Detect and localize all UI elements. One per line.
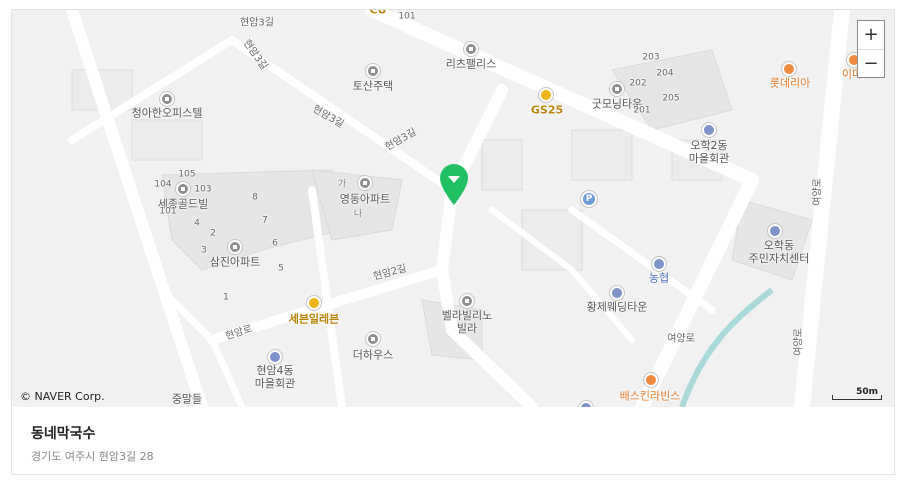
poi-label-thehouse[interactable]: 더하우스 (353, 349, 393, 362)
scale-bar (832, 395, 882, 400)
zoom-out-button[interactable]: − (858, 49, 884, 78)
poi-label-seven[interactable]: 세븐일레븐 (289, 313, 340, 326)
building-icon[interactable] (460, 294, 474, 308)
poi-label-lotteria[interactable]: 롯데리아 (770, 77, 810, 90)
poi-label-gs25[interactable]: GS25 (531, 104, 563, 117)
map-view[interactable]: P 롯데리아 이마 리츠팰리스 토산주택 GS25 굿모닝타운 오학2동 마을회… (12, 10, 894, 407)
poi-label-nonghyup[interactable]: 농협 (649, 272, 669, 285)
building-number: 203 (642, 52, 660, 63)
area-label-jungmal: 중말들 (171, 392, 203, 406)
building-number: 101 (159, 206, 177, 217)
store-label-cut[interactable]: CU (369, 10, 386, 17)
poi-label-ohak2[interactable]: 오학2동 마을회관 (689, 139, 729, 165)
poi-label-tosan[interactable]: 토산주택 (353, 80, 393, 93)
building-number: 204 (656, 68, 674, 79)
building-number: 2 (210, 228, 216, 239)
road-label: 현암3길 (240, 17, 274, 29)
building-number: 101 (398, 11, 416, 22)
building-icon[interactable] (160, 92, 174, 106)
building-icon[interactable] (366, 64, 380, 78)
place-info: 동네막국수 경기도 여주시 현암3길 28 (12, 407, 894, 474)
building-number: 105 (178, 169, 196, 180)
poi-label-ritz[interactable]: 리츠팰리스 (446, 58, 497, 71)
building-number: 5 (278, 263, 284, 274)
building-icon[interactable] (176, 182, 190, 196)
convenience-store-icon[interactable] (539, 88, 553, 102)
building-letter-na: 나 (353, 209, 363, 220)
poi-label-bella[interactable]: 벨라빌리노 빌라 (442, 309, 493, 335)
building-number: 202 (629, 78, 647, 89)
convenience-store-icon[interactable] (307, 296, 321, 310)
public-office-icon[interactable] (268, 350, 282, 364)
bank-icon[interactable] (652, 257, 666, 271)
place-address: 경기도 여주시 현암3길 28 (31, 450, 154, 463)
building-letter-ga: 가 (337, 179, 347, 190)
building-number: 4 (194, 218, 200, 229)
public-office-icon[interactable] (768, 224, 782, 238)
building-number: 103 (194, 184, 212, 195)
map-card: P 롯데리아 이마 리츠팰리스 토산주택 GS25 굿모닝타운 오학2동 마을회… (11, 9, 895, 475)
building-number: 201 (633, 105, 651, 116)
poi-label-hyeonam4[interactable]: 현암4동 마을회관 (255, 364, 295, 390)
building-icon[interactable] (358, 176, 372, 190)
restaurant-icon[interactable] (782, 62, 796, 76)
public-office-icon[interactable] (702, 123, 716, 137)
map-scale: 50m (832, 387, 884, 400)
poi-label-hwangje[interactable]: 황제웨딩타운 (587, 301, 648, 314)
building-icon[interactable] (228, 240, 242, 254)
zoom-in-button[interactable]: + (858, 21, 884, 49)
road-label: 여양로 (812, 178, 824, 206)
building-number: 205 (662, 93, 680, 104)
place-name[interactable]: 동네막국수 (31, 423, 95, 443)
zoom-control: + − (857, 20, 885, 78)
poi-label-ohakdong[interactable]: 오학동 주민자치센터 (749, 239, 810, 265)
cafe-icon[interactable] (644, 373, 658, 387)
building-number: 3 (201, 245, 207, 256)
map-copyright: © NAVER Corp. (20, 390, 105, 403)
parking-icon[interactable]: P (581, 191, 597, 207)
poi-label-youngdong[interactable]: 영동아파트 (340, 193, 391, 206)
poi-label-baskin[interactable]: 배스킨라빈스 (620, 390, 681, 403)
building-number: 8 (252, 192, 258, 203)
poi-label-cheonga[interactable]: 청아한오피스텔 (132, 107, 203, 120)
building-icon[interactable] (464, 42, 478, 56)
building-number: 6 (272, 238, 278, 249)
building-number: 7 (262, 215, 268, 226)
location-pin-icon[interactable] (439, 164, 469, 210)
building-icon[interactable] (366, 332, 380, 346)
building-icon[interactable] (610, 82, 624, 96)
road-label: 여양로 (667, 333, 695, 345)
poi-label-samjin[interactable]: 삼진아파트 (210, 256, 261, 269)
building-icon[interactable] (610, 286, 624, 300)
road-label: 여양로 (793, 328, 805, 356)
building-number: 104 (154, 179, 172, 190)
building-number: 1 (223, 292, 229, 303)
